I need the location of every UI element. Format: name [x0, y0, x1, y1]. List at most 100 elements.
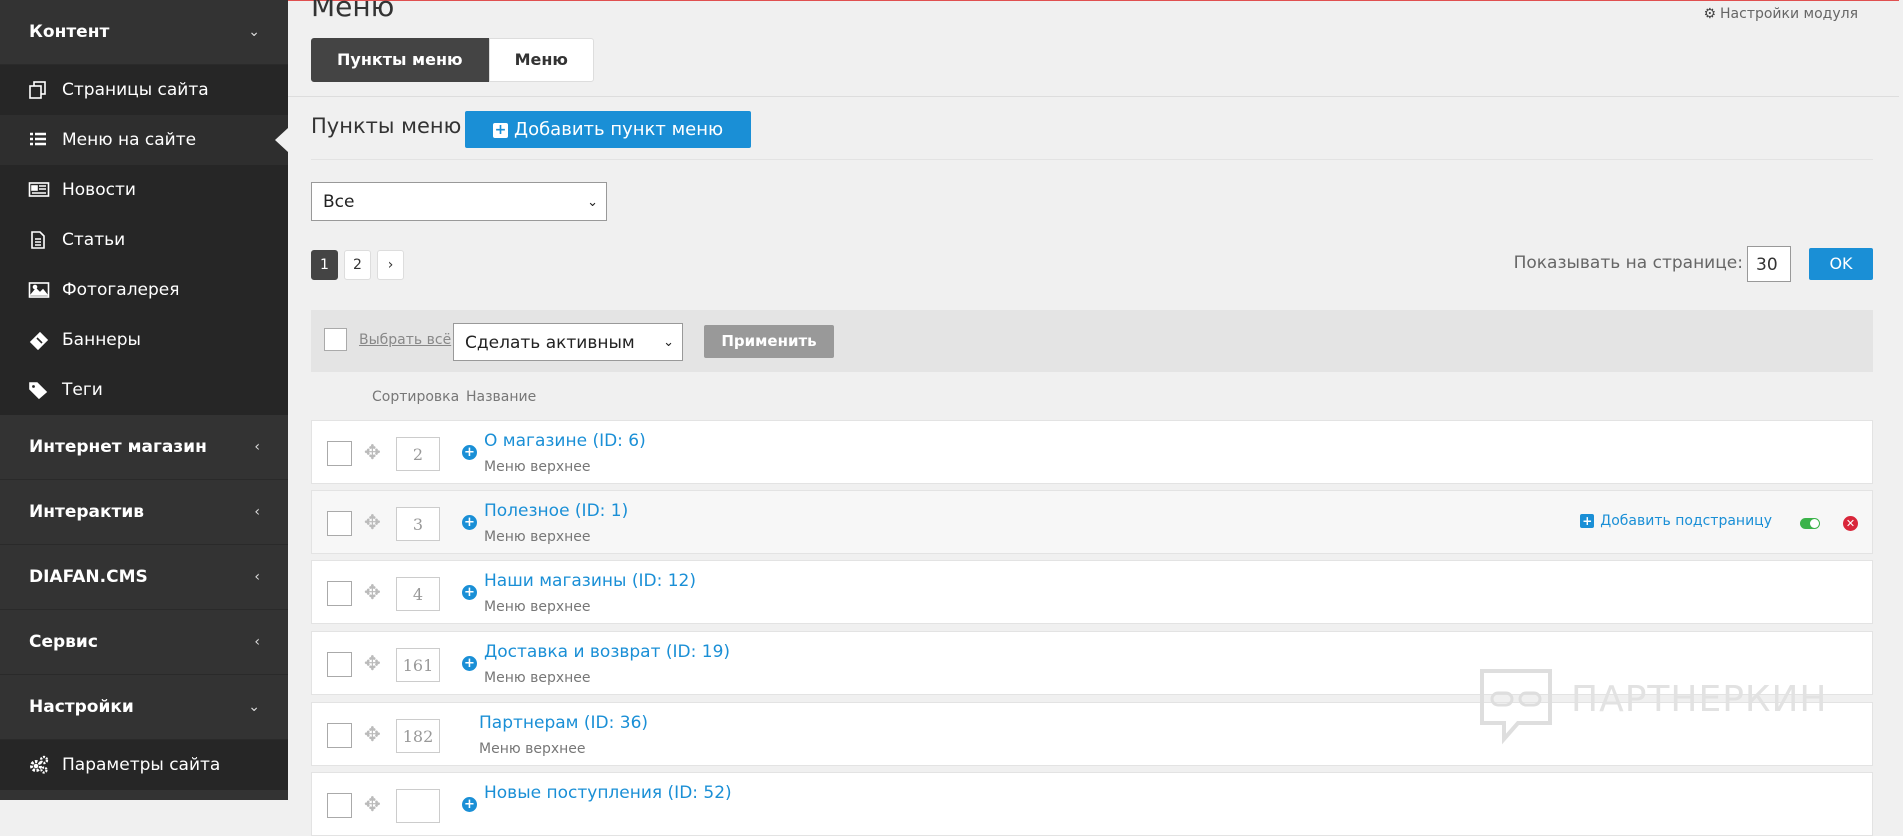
row-menu-name: Меню верхнее: [479, 741, 586, 757]
sidebar-item-tags[interactable]: Теги: [0, 365, 288, 415]
sidebar-item-articles[interactable]: Статьи: [0, 215, 288, 265]
sidebar-group-label: Интерактив: [29, 502, 145, 522]
sidebar-group-cms[interactable]: DIAFAN.CMS ‹: [0, 545, 288, 610]
row-checkbox[interactable]: [327, 793, 352, 818]
column-header-name: Название: [466, 389, 537, 405]
next-page-link[interactable]: ›: [377, 250, 404, 280]
table-row[interactable]: ✥ + Новые поступления (ID: 52): [311, 772, 1873, 836]
chevron-down-icon: ⌄: [248, 24, 260, 40]
sidebar-group-label: Сервис: [29, 632, 98, 652]
add-menu-item-button[interactable]: + Добавить пункт меню: [465, 111, 752, 148]
sidebar-group-settings[interactable]: Настройки ⌄: [0, 675, 288, 740]
bulk-action-value: Сделать активным: [465, 333, 635, 353]
drag-handle-icon[interactable]: ✥: [364, 510, 381, 534]
sort-input[interactable]: 2: [396, 437, 440, 471]
table-row[interactable]: ✥ 3 + Полезное (ID: 1) Меню верхнее + Доб…: [311, 490, 1873, 554]
active-toggle[interactable]: [1800, 518, 1820, 529]
chevron-down-icon: ⌄: [248, 699, 260, 715]
gear-icon: ⚙: [1703, 6, 1717, 22]
sort-input[interactable]: 4: [396, 577, 440, 611]
table-row[interactable]: ✥ 2 + О магазине (ID: 6) Меню верхнее: [311, 420, 1873, 484]
module-settings-link[interactable]: ⚙ Настройки модуля: [1703, 6, 1858, 22]
sidebar-item-label: Статьи: [62, 230, 126, 250]
menu-filter-select[interactable]: Все ⌄: [311, 182, 607, 221]
sidebar-group-service[interactable]: Сервис ‹: [0, 610, 288, 675]
expand-icon[interactable]: +: [462, 445, 477, 460]
apply-button[interactable]: Применить: [704, 325, 834, 358]
sidebar-item-news[interactable]: Новости: [0, 165, 288, 215]
row-title-link[interactable]: О магазине (ID: 6): [484, 431, 646, 451]
plus-icon: +: [493, 122, 508, 138]
newspaper-icon: [28, 180, 50, 200]
sort-input[interactable]: 161: [396, 648, 440, 682]
table-row[interactable]: ✥ 4 + Наши магазины (ID: 12) Меню верхне…: [311, 560, 1873, 624]
per-page-input[interactable]: 30: [1747, 246, 1791, 282]
sidebar-group-interactive[interactable]: Интерактив ‹: [0, 480, 288, 545]
sidebar-item-site-params[interactable]: Параметры сайта: [0, 740, 288, 790]
select-all-checkbox[interactable]: [324, 328, 347, 351]
scrollbar[interactable]: [1899, 0, 1903, 800]
page-1-link[interactable]: 1: [311, 250, 338, 280]
select-all-label[interactable]: Выбрать всё: [359, 332, 451, 348]
sidebar-group-label: Интернет магазин: [29, 437, 207, 457]
expand-icon[interactable]: +: [462, 515, 477, 530]
sort-input[interactable]: 3: [396, 507, 440, 541]
sidebar-group-label: DIAFAN.CMS: [29, 567, 148, 587]
sidebar-item-gallery[interactable]: Фотогалерея: [0, 265, 288, 315]
row-menu-name: Меню верхнее: [484, 670, 591, 686]
drag-handle-icon[interactable]: ✥: [364, 440, 381, 464]
image-icon: [28, 280, 50, 300]
chevron-down-icon: ⌄: [587, 195, 598, 210]
gears-icon: [28, 755, 50, 775]
chevron-down-icon: ⌄: [663, 335, 674, 350]
drag-handle-icon[interactable]: ✥: [364, 722, 381, 746]
drag-handle-icon[interactable]: ✥: [364, 651, 381, 675]
divider: [311, 159, 1873, 160]
sidebar-item-banners[interactable]: Баннеры: [0, 315, 288, 365]
row-checkbox[interactable]: [327, 652, 352, 677]
per-page-ok-button[interactable]: OK: [1809, 248, 1873, 280]
sidebar-group-content[interactable]: Контент ⌄: [0, 0, 288, 65]
chevron-left-icon: ‹: [254, 634, 260, 650]
per-page-label: Показывать на странице:: [1513, 253, 1743, 273]
tab-menus[interactable]: Меню: [488, 38, 594, 82]
row-menu-name: Меню верхнее: [484, 459, 591, 475]
sort-input[interactable]: 182: [396, 719, 440, 753]
tab-menu-items[interactable]: Пункты меню: [311, 38, 489, 82]
drag-handle-icon[interactable]: ✥: [364, 580, 381, 604]
sidebar: Контент ⌄ Страницы сайта Меню на сайте Н…: [0, 0, 288, 800]
pages-icon: [28, 80, 50, 100]
row-checkbox[interactable]: [327, 511, 352, 536]
drag-handle-icon[interactable]: ✥: [364, 792, 381, 816]
tabs: Пункты меню Меню: [311, 38, 594, 82]
expand-icon[interactable]: +: [462, 797, 477, 812]
row-checkbox[interactable]: [327, 581, 352, 606]
row-title-link[interactable]: Новые поступления (ID: 52): [484, 783, 732, 803]
pagination: 1 2 ›: [311, 250, 404, 280]
watermark: ПАРТНЕРКИН: [1476, 665, 1856, 745]
row-checkbox[interactable]: [327, 723, 352, 748]
chevron-left-icon: ‹: [254, 504, 260, 520]
row-title-link[interactable]: Полезное (ID: 1): [484, 501, 628, 521]
row-title-link[interactable]: Партнерам (ID: 36): [479, 713, 648, 733]
add-subpage-label: Добавить подстраницу: [1600, 513, 1772, 529]
sidebar-group-shop[interactable]: Интернет магазин ‹: [0, 415, 288, 480]
expand-icon[interactable]: +: [462, 585, 477, 600]
row-title-link[interactable]: Наши магазины (ID: 12): [484, 571, 696, 591]
sidebar-item-menu[interactable]: Меню на сайте: [0, 115, 288, 165]
sidebar-item-label: Новости: [62, 180, 136, 200]
expand-icon[interactable]: +: [462, 656, 477, 671]
module-settings-label: Настройки модуля: [1720, 6, 1858, 22]
row-checkbox[interactable]: [327, 441, 352, 466]
document-icon: [28, 230, 50, 250]
row-title-link[interactable]: Доставка и возврат (ID: 19): [484, 642, 730, 662]
sidebar-item-label: Фотогалерея: [62, 280, 180, 300]
add-subpage-link[interactable]: + Добавить подстраницу: [1580, 513, 1772, 529]
page-2-link[interactable]: 2: [344, 250, 371, 280]
sidebar-item-pages[interactable]: Страницы сайта: [0, 65, 288, 115]
sidebar-settings-submenu: Параметры сайта: [0, 740, 288, 790]
bulk-action-select[interactable]: Сделать активным ⌄: [453, 323, 683, 361]
tags-icon: [28, 380, 50, 400]
sort-input[interactable]: [396, 789, 440, 823]
delete-icon[interactable]: ✕: [1843, 516, 1858, 531]
